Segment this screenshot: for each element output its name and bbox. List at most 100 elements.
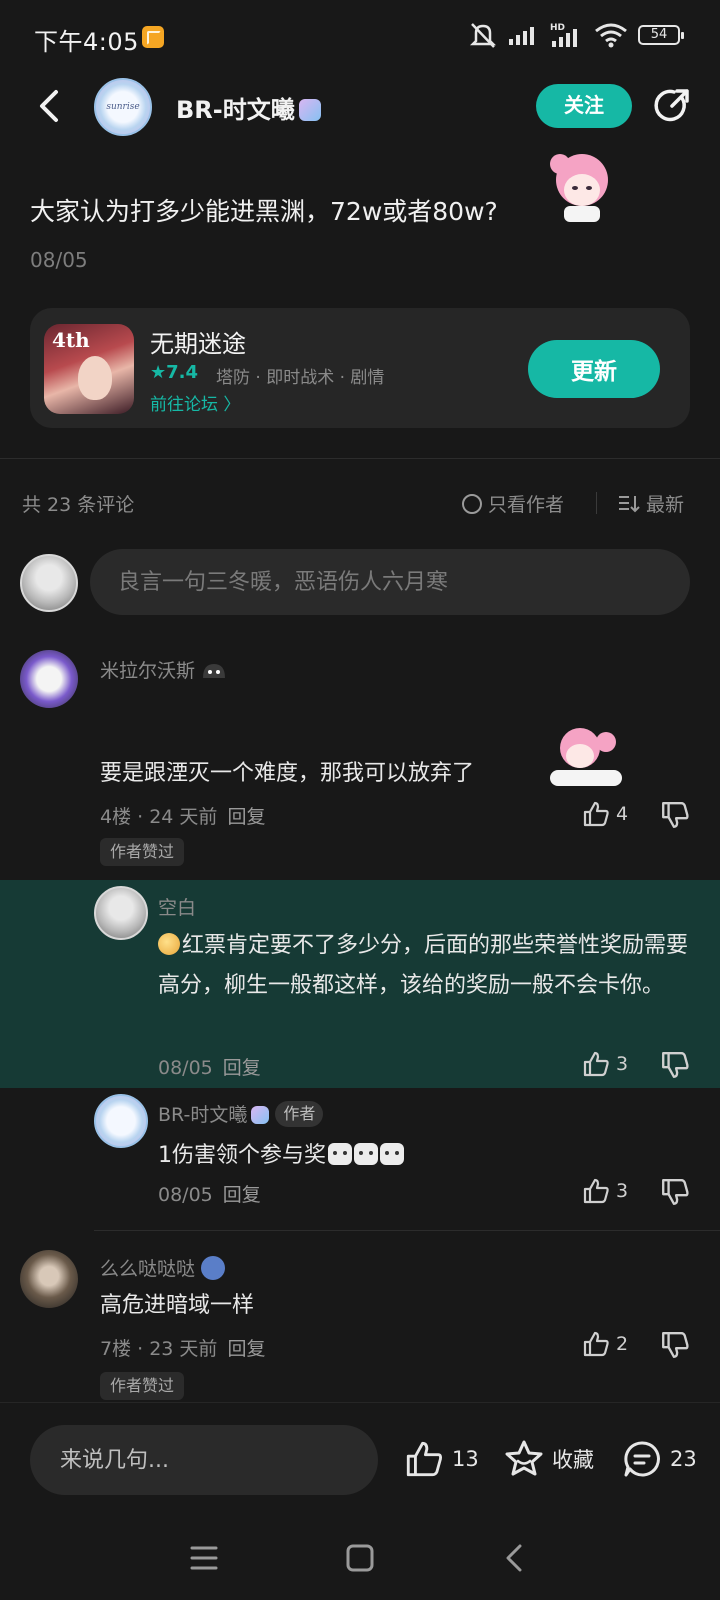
comment-input[interactable]: [90, 549, 690, 615]
reply-user-name[interactable]: 空白: [158, 893, 196, 920]
menu-icon[interactable]: [184, 1538, 224, 1578]
commenter-avatar[interactable]: [20, 1250, 78, 1308]
commenter-name[interactable]: 米拉尔沃斯: [100, 656, 227, 683]
star-icon[interactable]: [504, 1439, 544, 1479]
follow-button[interactable]: 关注: [536, 84, 632, 128]
commenter-avatar[interactable]: [20, 650, 78, 708]
game-tags: 塔防 · 即时战术 · 剧情: [216, 368, 385, 388]
like-button[interactable]: 2: [582, 1330, 628, 1358]
reply-user-name[interactable]: BR-时文曦 作者: [158, 1100, 324, 1127]
dark-cat-badge-icon: [203, 664, 226, 678]
author-name[interactable]: BR-时文曦: [176, 90, 321, 125]
thumbs-up-icon[interactable]: [404, 1439, 444, 1479]
author-liked-badge: 作者赞过: [100, 1372, 185, 1400]
game-card[interactable]: 4th 无期迷途 ★7.4 塔防 · 即时战术 · 剧情 前往论坛 〉 更新: [30, 308, 690, 428]
back-icon[interactable]: [496, 1538, 536, 1578]
only-author-label[interactable]: 只看作者: [488, 490, 564, 517]
lying-girl-sticker: [550, 728, 622, 786]
my-avatar[interactable]: [20, 554, 78, 612]
thumbs-down-icon[interactable]: [660, 1050, 690, 1080]
system-nav-bar: [0, 1512, 720, 1600]
commenter-name-text[interactable]: 米拉尔沃斯: [100, 660, 195, 682]
reply-meta: 08/05 回复: [158, 1180, 261, 1207]
radio-circle-icon[interactable]: [462, 493, 482, 514]
reply-date: 08/05: [158, 1184, 213, 1206]
game-rating: ★7.4: [150, 362, 199, 383]
game-name[interactable]: 无期迷途: [150, 324, 246, 359]
comment-count-badge: 23: [670, 1447, 697, 1471]
mute-icon: [469, 23, 497, 48]
game-icon[interactable]: 4th: [44, 324, 134, 414]
sort-separator: [596, 492, 597, 514]
game-icon-face: [78, 356, 112, 400]
like-post-button[interactable]: 13: [404, 1439, 479, 1479]
reply-avatar[interactable]: [94, 886, 148, 940]
like-button[interactable]: 3: [582, 1177, 628, 1205]
notification-app-icon: [142, 26, 164, 48]
favorite-button[interactable]: 收藏: [504, 1439, 594, 1479]
update-button[interactable]: 更新: [528, 340, 660, 398]
share-icon[interactable]: [652, 86, 692, 126]
comment-floor: 4楼: [100, 806, 132, 828]
pink-hair-girl-sticker: [550, 154, 608, 222]
home-square-icon[interactable]: [340, 1538, 380, 1578]
thumbs-up-icon[interactable]: [582, 800, 610, 828]
reply-divider: [94, 1230, 720, 1231]
author-name-text[interactable]: BR-时文曦: [176, 96, 295, 124]
comment-bubble-icon[interactable]: [622, 1439, 662, 1479]
reply-date: 08/05: [158, 1057, 213, 1079]
reply-text-content: 1伤害领个参与奖: [158, 1143, 326, 1168]
cat-emoji-icon: [354, 1143, 378, 1165]
author-liked-badge: 作者赞过: [100, 838, 185, 866]
game-icon-lettering: 4th: [52, 328, 90, 352]
reply-button[interactable]: 回复: [227, 1338, 265, 1360]
svg-text:HD: HD: [550, 23, 565, 33]
commenter-name-text[interactable]: 么么哒哒哒: [100, 1258, 195, 1280]
reply-text: 1伤害领个参与奖: [158, 1136, 404, 1176]
only-author-toggle[interactable]: 只看作者: [462, 490, 564, 517]
like-count: 4: [616, 803, 629, 825]
like-count: 3: [616, 1180, 629, 1202]
commenter-name[interactable]: 么么哒哒哒: [100, 1254, 226, 1281]
signal-icon: [509, 27, 534, 45]
author-avatar[interactable]: sunrise: [94, 78, 152, 136]
thinking-emoji-icon: [158, 933, 180, 955]
reply-meta: 08/05 回复: [158, 1053, 261, 1080]
say-something-input[interactable]: [30, 1425, 378, 1495]
like-count: 2: [616, 1333, 629, 1355]
thumbs-down-icon[interactable]: [660, 800, 690, 830]
thumbs-up-icon[interactable]: [582, 1050, 610, 1078]
reply-button[interactable]: 回复: [223, 1184, 261, 1206]
like-button[interactable]: 3: [582, 1050, 628, 1078]
sort-button[interactable]: 最新: [618, 490, 684, 517]
comment-text: 要是跟湮灭一个难度，那我可以放弃了: [100, 761, 475, 786]
post-title: 大家认为打多少能进黑渊，72w或者80w?: [30, 197, 498, 226]
back-arrow-icon[interactable]: [30, 86, 70, 126]
sort-icon[interactable]: [618, 494, 640, 514]
thumbs-down-icon[interactable]: [660, 1177, 690, 1207]
like-button[interactable]: 4: [582, 800, 628, 828]
unicorn-sticker-icon: [298, 99, 321, 121]
post-like-count: 13: [452, 1447, 479, 1471]
thumbs-down-icon[interactable]: [660, 1330, 690, 1360]
reply-button[interactable]: 回复: [223, 1057, 261, 1079]
reply-user-name-text[interactable]: BR-时文曦: [158, 1104, 247, 1126]
favorite-label[interactable]: 收藏: [552, 1444, 594, 1474]
bottom-action-bar: 13 收藏 23: [0, 1402, 720, 1512]
comment-count: 共 23 条评论: [22, 494, 135, 516]
sort-label[interactable]: 最新: [646, 490, 684, 517]
thumbs-up-icon[interactable]: [582, 1330, 610, 1358]
like-count: 3: [616, 1053, 629, 1075]
cat-emoji-icon: [380, 1143, 404, 1165]
comment-text: 高危进暗域一样: [100, 1293, 255, 1318]
author-tag: 作者: [275, 1101, 324, 1127]
go-to-forum-link[interactable]: 前往论坛 〉: [150, 390, 240, 415]
comment-meta: 4楼 · 24 天前 回复: [100, 806, 266, 828]
comments-button[interactable]: 23: [622, 1439, 697, 1479]
thumbs-up-icon[interactable]: [582, 1177, 610, 1205]
status-bar: 下午4:05 HD 54: [0, 0, 720, 72]
reply-avatar[interactable]: [94, 1094, 148, 1148]
reply-button[interactable]: 回复: [227, 806, 265, 828]
status-icons: HD 54: [468, 20, 684, 50]
status-time: 下午4:05: [34, 28, 139, 56]
